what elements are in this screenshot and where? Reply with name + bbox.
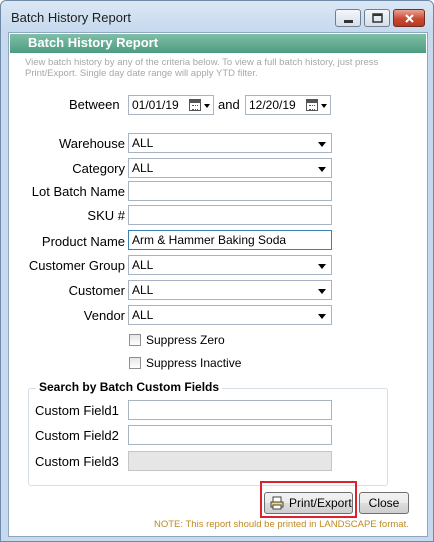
maximize-icon (372, 13, 383, 23)
landscape-note: NOTE: This report should be printed in L… (154, 519, 409, 530)
and-label: and (218, 97, 240, 112)
custom-fields-group-title: Search by Batch Custom Fields (36, 380, 223, 394)
category-label: Category (72, 161, 125, 176)
warehouse-label: Warehouse (59, 136, 125, 151)
to-date-value: 12/20/19 (249, 98, 296, 112)
minimize-icon (344, 20, 353, 23)
vendor-label: Vendor (83, 308, 125, 323)
vendor-select[interactable]: ALL (128, 305, 332, 325)
chevron-down-icon[interactable] (321, 104, 327, 108)
between-label: Between (69, 97, 120, 112)
from-date-value: 01/01/19 (132, 98, 179, 112)
calendar-icon[interactable] (189, 99, 201, 111)
dialog-body: Batch History Report View batch history … (8, 32, 428, 537)
warehouse-select[interactable]: ALL (128, 133, 332, 153)
chevron-down-icon[interactable] (204, 104, 210, 108)
suppress-inactive-checkbox[interactable] (129, 357, 141, 369)
close-button[interactable]: Close (359, 492, 409, 514)
custom-field2-label: Custom Field2 (35, 428, 119, 443)
lot-batch-name-label: Lot Batch Name (31, 184, 125, 199)
customer-value: ALL (132, 283, 154, 297)
product-name-label: Product Name (41, 234, 125, 249)
to-date-picker[interactable]: 12/20/19 (245, 95, 331, 115)
suppress-zero-label[interactable]: Suppress Zero (146, 333, 225, 347)
print-export-label: Print/Export (289, 496, 352, 510)
report-header-title: Batch History Report (28, 35, 159, 50)
custom-field3-label: Custom Field3 (35, 454, 119, 469)
sku-label: SKU # (87, 208, 125, 223)
window-title: Batch History Report (11, 10, 131, 25)
suppress-zero-checkbox[interactable] (129, 334, 141, 346)
title-bar[interactable]: Batch History Report (1, 1, 433, 33)
lot-batch-name-input[interactable] (128, 181, 332, 201)
vendor-value: ALL (132, 308, 154, 322)
maximize-button[interactable] (364, 9, 390, 27)
print-export-button[interactable]: Print/Export (264, 492, 353, 514)
chevron-down-icon (318, 314, 326, 319)
custom-field1-label: Custom Field1 (35, 403, 119, 418)
report-window: Batch History Report Batch History Repor… (0, 0, 434, 542)
chevron-down-icon (318, 264, 326, 269)
product-name-value: Arm & Hammer Baking Soda (132, 233, 287, 247)
customer-group-select[interactable]: ALL (128, 255, 332, 275)
customer-label: Customer (68, 283, 125, 298)
calendar-icon[interactable] (306, 99, 318, 111)
intro-text: View batch history by any of the criteri… (25, 57, 379, 79)
custom-field3-input (128, 451, 332, 471)
customer-group-label: Customer Group (28, 258, 125, 273)
chevron-down-icon (318, 167, 326, 172)
close-button-label: Close (368, 496, 400, 510)
customer-group-value: ALL (132, 258, 154, 272)
report-header-bar: Batch History Report (10, 34, 426, 53)
close-icon (405, 14, 414, 23)
custom-field1-input[interactable] (128, 400, 332, 420)
warehouse-value: ALL (132, 136, 154, 150)
chevron-down-icon (318, 142, 326, 147)
suppress-inactive-label[interactable]: Suppress Inactive (146, 356, 241, 370)
product-name-input[interactable]: Arm & Hammer Baking Soda (128, 230, 332, 250)
chevron-down-icon (318, 289, 326, 294)
category-value: ALL (132, 161, 154, 175)
custom-field2-input[interactable] (128, 425, 332, 445)
category-select[interactable]: ALL (128, 158, 332, 178)
from-date-picker[interactable]: 01/01/19 (128, 95, 214, 115)
printer-icon (270, 496, 284, 510)
close-window-button[interactable] (393, 9, 425, 27)
customer-select[interactable]: ALL (128, 280, 332, 300)
sku-input[interactable] (128, 205, 332, 225)
minimize-button[interactable] (335, 9, 361, 27)
